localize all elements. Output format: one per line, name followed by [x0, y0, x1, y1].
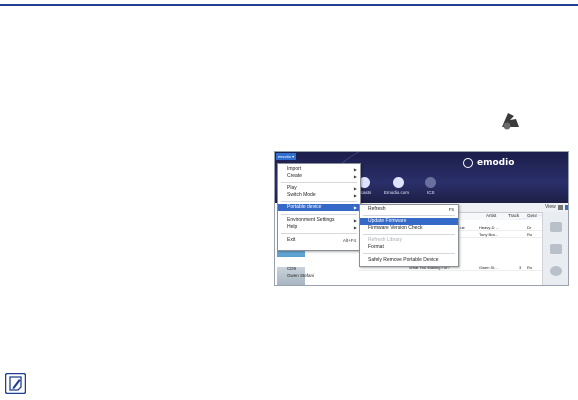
- menu-item-create[interactable]: Create ▶: [278, 173, 360, 180]
- menu-item-switch-mode[interactable]: Switch Mode ▶: [278, 192, 360, 199]
- side-device-icon[interactable]: [550, 222, 562, 232]
- menu-item-format[interactable]: Format: [360, 244, 458, 251]
- app-menu-button[interactable]: emodio ▾: [276, 153, 296, 160]
- header-rule: [0, 4, 578, 6]
- emodio-screenshot: emodio ▾ emodio ...casts Emodio.com ICS …: [274, 151, 569, 286]
- album-title: CD9: [287, 266, 297, 271]
- side-folder-icon[interactable]: [550, 244, 562, 254]
- grid-view-icon[interactable]: [565, 205, 568, 210]
- ics-icon[interactable]: [425, 177, 436, 188]
- emodio-com-icon[interactable]: [393, 177, 404, 188]
- nav-emodio-com-label[interactable]: Emodio.com: [384, 190, 409, 195]
- emodio-app-icon: [498, 108, 522, 132]
- menu-item-firmware-version-check[interactable]: Firmware Version Check: [360, 225, 458, 232]
- menu-item-import[interactable]: Import ▶: [278, 166, 360, 173]
- menu-item-portable-device[interactable]: Portable device ▶: [278, 204, 360, 211]
- note-icon: [5, 373, 26, 394]
- menu-item-refresh-library: Refresh Library: [368, 237, 403, 243]
- menu-item-update-firmware[interactable]: Update Firmware: [360, 218, 458, 225]
- menu-item-safely-remove[interactable]: Safely Remove Portable Device: [360, 257, 458, 264]
- side-disc-icon[interactable]: [550, 266, 562, 276]
- nav-ics-label[interactable]: ICS: [427, 190, 435, 195]
- menu-item-refresh[interactable]: Refresh F5: [360, 206, 458, 213]
- main-menu: Import ▶ Create ▶ Play ▶ Switch Mode ▶ Porta…: [277, 163, 361, 251]
- column-track[interactable]: Track: [508, 213, 519, 220]
- column-genre[interactable]: Genr: [527, 213, 537, 220]
- brand-name: emodio: [477, 158, 515, 168]
- list-view-icon[interactable]: [558, 205, 563, 210]
- view-label: View: [545, 204, 556, 210]
- menu-item-environment-settings[interactable]: Environment Settings ▶: [278, 217, 360, 224]
- menu-item-help[interactable]: Help ▶: [278, 224, 360, 231]
- side-panel: [542, 212, 568, 285]
- album-artist: Gwen Stefani: [287, 273, 315, 278]
- menu-item-play[interactable]: Play ▶: [278, 185, 360, 192]
- portable-device-submenu: Refresh F5 Update Firmware Firmware Versi…: [359, 204, 459, 267]
- column-artist[interactable]: Artist: [486, 213, 496, 220]
- brand-logo-icon: [463, 158, 473, 168]
- menu-item-exit[interactable]: Exit Alt+F4: [278, 237, 360, 244]
